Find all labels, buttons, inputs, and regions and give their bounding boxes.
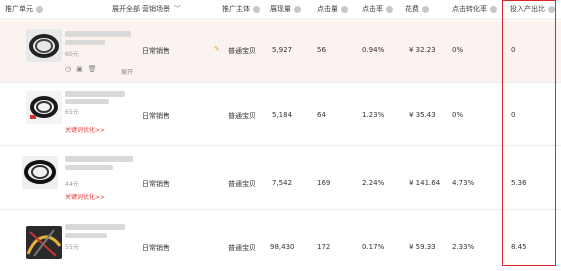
subject-cell: 普通宝贝	[228, 47, 256, 55]
header-cost-label[interactable]: 花费	[405, 4, 419, 14]
scene-cell: 日常销售	[142, 244, 170, 252]
help-icon[interactable]	[422, 5, 429, 13]
header-clicks[interactable]: 点击量	[317, 4, 348, 14]
table-row[interactable]: 44元 关键词优化>> 日常销售 普通宝贝 7,542 169 2.24% ¥ …	[0, 146, 561, 210]
scene-cell: 日常销售	[142, 180, 170, 188]
row-tools: ◷ ▣ 🗑	[65, 65, 97, 73]
clock-icon[interactable]: ◷	[65, 65, 71, 73]
product-thumbnail[interactable]	[26, 91, 62, 124]
help-icon[interactable]	[253, 5, 260, 13]
header-unit: 推广单元	[5, 4, 43, 14]
header-subject: 推广主体	[222, 4, 260, 14]
table-row[interactable]: 55元 日常销售 普通宝贝 98,430 172 0.17% ¥ 59.33 2…	[0, 210, 561, 270]
header-roi-label[interactable]: 投入产出比	[510, 4, 545, 14]
impressions-cell: 7,542	[272, 179, 293, 187]
product-price: 55元	[65, 244, 79, 251]
table-row[interactable]: 65元 关键词优化>> 日常销售 普通宝贝 5,184 64 1.23% ¥ 3…	[0, 83, 561, 146]
help-icon[interactable]	[490, 5, 497, 13]
clicks-cell: 64	[317, 111, 326, 119]
subject-cell: 普通宝贝	[228, 180, 256, 188]
header-impressions[interactable]: 展现量	[270, 4, 301, 14]
header-ctr[interactable]: 点击率	[362, 4, 393, 14]
table-header: 推广单元 展开全部 营销场景 ﹀ 推广主体 展现量 点击量 点击率 花费 点击转…	[0, 0, 561, 20]
help-icon[interactable]	[548, 5, 555, 13]
trash-icon[interactable]: 🗑	[88, 65, 97, 73]
keyword-optimize-link[interactable]: 关键词优化>>	[65, 125, 105, 134]
scene-cell: 日常销售	[142, 112, 170, 120]
header-cost[interactable]: 花费	[405, 4, 429, 14]
clicks-cell: 169	[317, 179, 331, 187]
header-clicks-label[interactable]: 点击量	[317, 4, 338, 14]
subject-cell: 普通宝贝	[228, 244, 256, 252]
header-subject-label: 推广主体	[222, 5, 250, 13]
cost-cell: ¥ 32.23	[409, 46, 436, 54]
product-thumbnail[interactable]	[26, 226, 62, 259]
impressions-cell: 5,184	[272, 111, 293, 119]
expand-button[interactable]: 展开	[121, 67, 133, 76]
scene-dropdown[interactable]: 营销场景 ﹀	[142, 4, 181, 14]
table-row[interactable]: 60元 ◷ ▣ 🗑 展开 日常销售 ✎ 普通宝贝 5,927 56 0.94% …	[0, 21, 561, 83]
chevron-down-icon[interactable]: ﹀	[174, 4, 181, 14]
cost-cell: ¥ 141.64	[409, 179, 441, 187]
product-price: 60元	[65, 51, 79, 58]
impressions-cell: 98,430	[270, 243, 295, 251]
header-cvr[interactable]: 点击转化率	[452, 4, 497, 14]
header-ctr-label[interactable]: 点击率	[362, 4, 383, 14]
help-icon[interactable]	[294, 5, 301, 13]
cvr-cell: 4.73%	[452, 179, 475, 187]
cvr-cell: 0%	[452, 46, 464, 54]
cvr-cell: 2.33%	[452, 243, 475, 251]
product-title-blurred	[65, 91, 125, 97]
roi-cell: 0	[511, 46, 516, 54]
roi-cell: 5.36	[511, 179, 527, 187]
expand-all-label[interactable]: 展开全部	[112, 4, 140, 14]
product-thumbnail[interactable]	[22, 156, 58, 189]
help-icon[interactable]	[36, 5, 43, 13]
image-icon[interactable]: ▣	[76, 65, 83, 73]
pencil-icon[interactable]: ✎	[214, 45, 220, 53]
product-title-blurred	[65, 224, 125, 230]
product-price: 44元	[65, 181, 79, 188]
help-icon[interactable]	[386, 5, 393, 13]
roi-cell: 0	[511, 111, 516, 119]
impressions-cell: 5,927	[272, 46, 293, 54]
product-title-blurred	[65, 165, 113, 170]
header-impressions-label[interactable]: 展现量	[270, 4, 291, 14]
clicks-cell: 172	[317, 243, 331, 251]
cost-cell: ¥ 35.43	[409, 111, 436, 119]
scene-cell: 日常销售	[142, 47, 170, 55]
product-title-blurred	[65, 31, 131, 37]
product-thumbnail[interactable]	[26, 29, 62, 62]
product-title-blurred	[65, 233, 107, 238]
roi-cell: 8.45	[511, 243, 527, 251]
header-scene-label[interactable]: 营销场景	[142, 4, 170, 14]
subject-cell: 普通宝贝	[228, 112, 256, 120]
ctr-cell: 0.17%	[362, 243, 385, 251]
header-roi[interactable]: 投入产出比	[510, 4, 555, 14]
help-icon[interactable]	[341, 5, 348, 13]
cost-cell: ¥ 59.33	[409, 243, 436, 251]
product-title-blurred	[65, 99, 109, 104]
cvr-cell: 0%	[452, 111, 464, 119]
ctr-cell: 1.23%	[362, 111, 385, 119]
clicks-cell: 56	[317, 46, 326, 54]
keyword-optimize-link[interactable]: 关键词优化>>	[65, 192, 105, 201]
product-title-blurred	[65, 40, 105, 45]
header-cvr-label[interactable]: 点击转化率	[452, 4, 487, 14]
header-unit-label: 推广单元	[5, 5, 33, 13]
product-price: 65元	[65, 109, 79, 116]
expand-all-button[interactable]: 展开全部	[112, 4, 140, 14]
ctr-cell: 2.24%	[362, 179, 385, 187]
product-title-blurred	[65, 156, 133, 162]
ctr-cell: 0.94%	[362, 46, 385, 54]
